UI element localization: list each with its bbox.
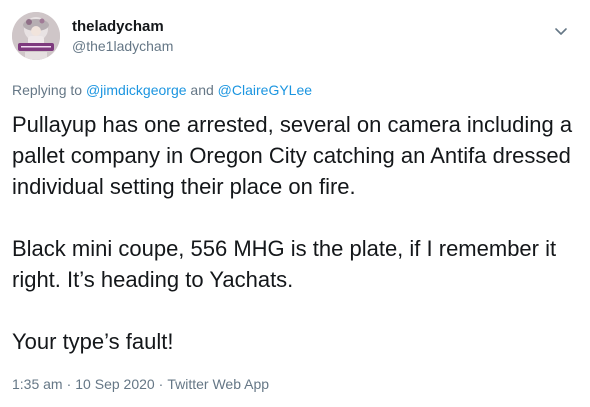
replying-to: Replying to @jimdickgeorge and @ClaireGY… <box>12 81 580 99</box>
tweet-header: theladycham @the1ladycham <box>12 10 580 70</box>
tweet-card: theladycham @the1ladycham Replying to @j… <box>0 0 590 407</box>
tweet-metadata: 1:35 am · 10 Sep 2020 · Twitter Web App <box>12 375 580 393</box>
display-name[interactable]: theladycham <box>72 17 173 36</box>
mention-link-clairegylee[interactable]: @ClaireGYLee <box>218 82 312 98</box>
tweet-time[interactable]: 1:35 am <box>12 376 63 392</box>
user-handle[interactable]: @the1ladycham <box>72 37 173 55</box>
avatar[interactable] <box>12 12 60 60</box>
author-names: theladycham @the1ladycham <box>72 17 173 55</box>
meta-separator: · <box>66 376 72 392</box>
tweet-source[interactable]: Twitter Web App <box>167 376 269 392</box>
replying-to-joiner: and <box>186 82 218 98</box>
replying-to-label: Replying to <box>12 82 86 98</box>
tweet-date[interactable]: 10 Sep 2020 <box>75 376 154 392</box>
tweet-paragraph-2: Black mini coupe, 556 MHG is the plate, … <box>12 236 557 292</box>
chevron-down-icon[interactable] <box>554 24 568 35</box>
avatar-image <box>12 12 60 60</box>
tweet-text: Pullayup has one arrested, several on ca… <box>12 109 582 357</box>
mention-link-jimdickgeorge[interactable]: @jimdickgeorge <box>86 82 187 98</box>
tweet-paragraph-3: Your type’s fault! <box>12 329 174 354</box>
tweet-paragraph-1: Pullayup has one arrested, several on ca… <box>12 112 573 199</box>
meta-separator: · <box>158 376 164 392</box>
